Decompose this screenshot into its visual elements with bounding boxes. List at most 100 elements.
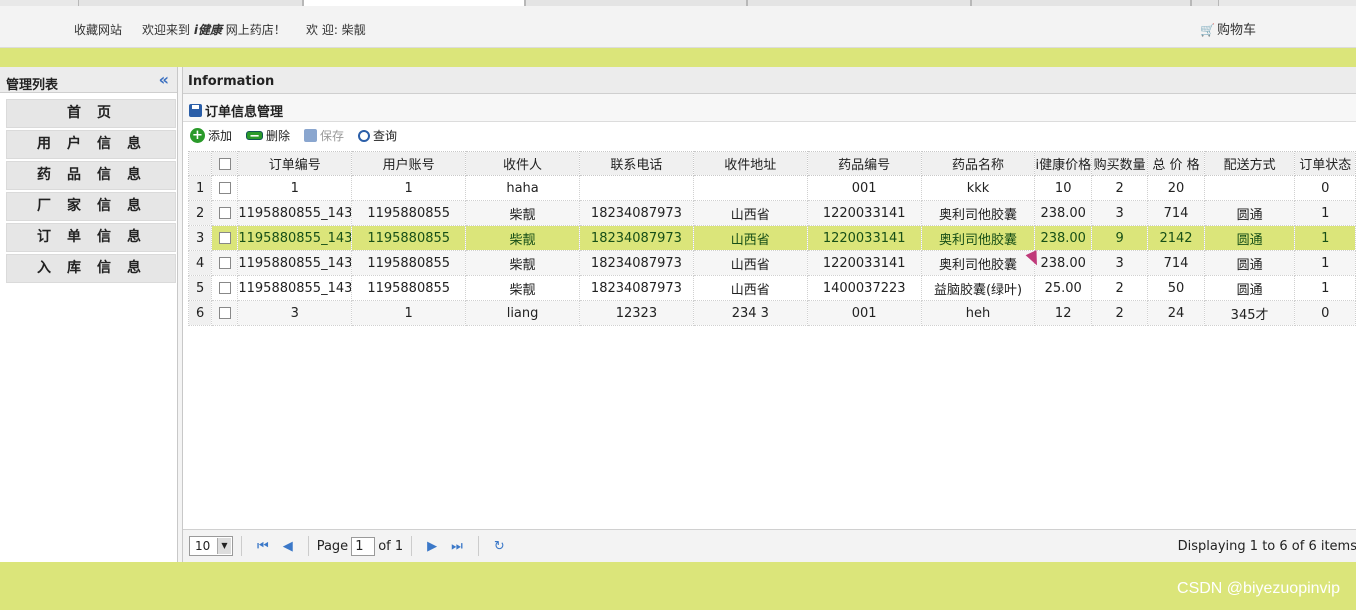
table-cell: 3 [1090, 250, 1149, 276]
cart-link[interactable]: 🛒 购物车 [1200, 19, 1256, 38]
table-row[interactable]: 1 1 1 haha 001 kkk 10 2 20 0 [187, 175, 1356, 201]
column-header[interactable]: 购买数量 [1090, 151, 1149, 176]
brand-name: i健康 [193, 23, 222, 37]
row-checkbox[interactable] [218, 182, 231, 194]
table-cell: 奥利司他胶囊 [920, 200, 1036, 226]
select-all-header[interactable] [211, 151, 239, 176]
row-checkbox[interactable] [218, 207, 231, 219]
pager-separator [241, 536, 242, 556]
column-header[interactable]: 配送方式 [1203, 151, 1296, 176]
pager-separator [307, 536, 309, 556]
table-cell: 18234087973 [578, 250, 694, 276]
select-all-checkbox[interactable] [218, 157, 231, 170]
info-title: Information [183, 67, 1356, 94]
column-header[interactable]: 收件人 [465, 151, 580, 176]
sidebar-item-home[interactable]: 首页 [6, 99, 176, 128]
minus-icon: − [246, 130, 264, 143]
table-cell: 238.00 [1034, 200, 1092, 226]
sidebar-title: 管理列表 « [0, 67, 177, 93]
column-header[interactable]: 订单状态 [1294, 151, 1356, 176]
delete-label: 删除 [266, 129, 291, 143]
search-button[interactable]: 查询 [358, 127, 397, 144]
page-label: Page [316, 538, 349, 554]
row-number: 2 [187, 200, 213, 226]
sidebar-item-drugs[interactable]: 药品信息 [6, 161, 176, 190]
row-number: 3 [187, 225, 213, 251]
sidebar-menu: 首页 用户信息 药品信息 厂家信息 订单信息 入库信息 [0, 93, 177, 283]
add-button[interactable]: + 添加 [190, 127, 232, 144]
table-cell: kkk [920, 175, 1036, 201]
table-cell: 2142 [1147, 225, 1205, 251]
table-cell: 1195880855_143 [237, 250, 353, 276]
site-header: 收藏网站 欢迎来到 i健康 网上药店！ 欢 迎: 柴靓 🛒 购物车 [0, 6, 1356, 48]
table-cell: 1220033141 [806, 200, 922, 226]
table-cell: 1 [1294, 250, 1356, 276]
column-header[interactable]: i健康价格 [1034, 151, 1092, 176]
double-chevron-left-icon[interactable]: « [159, 70, 169, 89]
column-header[interactable]: 药品名称 [920, 151, 1036, 176]
row-checkbox-cell[interactable] [211, 175, 239, 201]
table-row[interactable]: 4 1195880855_143 1195880855 柴靓 18234087973 山西… [187, 250, 1356, 276]
search-label: 查询 [373, 129, 398, 143]
plus-icon: + [190, 128, 205, 143]
table-row[interactable]: 2 1195880855_143 1195880855 柴靓 18234087973 山西… [187, 200, 1356, 226]
first-page-icon[interactable]: ⏮ [257, 539, 269, 554]
page-size-select[interactable]: 10 ▼ [189, 536, 233, 556]
row-checkbox[interactable] [218, 232, 231, 244]
sidebar-item-users[interactable]: 用户信息 [6, 130, 176, 159]
cart-label: 购物车 [1216, 23, 1256, 38]
table-row[interactable]: 5 1195880855_143 1195880855 柴靓 18234087973 山西… [187, 275, 1356, 301]
panel-header: 订单信息管理 [183, 94, 1356, 122]
row-checkbox[interactable] [218, 257, 231, 269]
favorite-link[interactable]: 收藏网站 [74, 21, 122, 38]
prev-page-icon[interactable]: ◀ [283, 539, 293, 554]
table-cell: 0 [1294, 300, 1356, 326]
table-cell: 柴靓 [465, 275, 580, 301]
sidebar-item-stock-in[interactable]: 入库信息 [6, 254, 176, 283]
table-cell: 1195880855 [351, 250, 467, 276]
save-button[interactable]: 保存 [304, 127, 344, 144]
magnifier-icon [358, 129, 371, 142]
table-cell: 0 [1294, 175, 1356, 201]
table-cell: 18234087973 [578, 225, 694, 251]
row-checkbox[interactable] [218, 282, 231, 294]
chevron-down-icon[interactable]: ▼ [217, 538, 231, 554]
refresh-icon[interactable]: ↻ [494, 539, 505, 554]
table-cell: 2 [1090, 275, 1149, 301]
table-cell: 50 [1147, 275, 1205, 301]
table-cell: 山西省 [692, 275, 808, 301]
row-checkbox-cell[interactable] [211, 250, 239, 276]
table-row[interactable]: 3 1195880855_143 1195880855 柴靓 18234087973 山西… [187, 225, 1356, 251]
row-checkbox-cell[interactable] [211, 275, 239, 301]
table-cell: 1 [1294, 225, 1356, 251]
column-header[interactable]: 联系电话 [578, 151, 694, 176]
column-header[interactable]: 用户账号 [351, 151, 467, 176]
row-checkbox-cell[interactable] [211, 225, 239, 251]
last-page-icon[interactable]: ⏭ [451, 539, 463, 554]
row-number: 6 [187, 300, 213, 326]
table-cell: 001 [806, 300, 922, 326]
column-header[interactable]: 订单编号 [237, 151, 353, 176]
table-cell: 益脑胶囊(绿叶) [920, 275, 1036, 301]
table-row[interactable]: 6 3 1 liang 12323 234 3 001 heh 12 2 24 345才 0 [187, 300, 1356, 326]
column-header[interactable]: 收件地址 [692, 151, 808, 176]
table-cell: 1195880855_143 [237, 225, 353, 251]
table-cell: 柴靓 [465, 225, 580, 251]
row-checkbox[interactable] [218, 307, 231, 319]
row-checkbox-cell[interactable] [211, 300, 239, 326]
column-header[interactable]: 药品编号 [806, 151, 922, 176]
table-cell [578, 175, 694, 201]
table-cell: 20 [1147, 175, 1205, 201]
page-number-input[interactable]: 1 [351, 536, 376, 556]
sidebar-item-orders[interactable]: 订单信息 [6, 223, 176, 252]
footer-bar [0, 562, 1356, 610]
next-page-icon[interactable]: ▶ [427, 539, 437, 554]
delete-button[interactable]: − 删除 [246, 127, 290, 144]
table-cell: 圆通 [1203, 200, 1296, 226]
pager-separator [477, 536, 479, 556]
row-number: 1 [187, 175, 213, 201]
row-checkbox-cell[interactable] [211, 200, 239, 226]
table-cell: 山西省 [692, 250, 808, 276]
sidebar-item-manufacturers[interactable]: 厂家信息 [6, 192, 176, 221]
column-header[interactable]: 总 价 格 [1147, 151, 1205, 176]
